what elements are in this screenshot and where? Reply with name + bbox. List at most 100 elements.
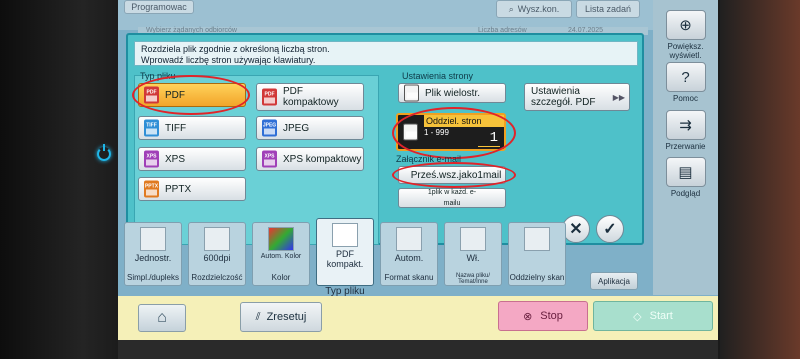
one-file-label: 1plik w każd. e-mailu xyxy=(427,189,477,207)
separate-scan-icon xyxy=(524,227,550,251)
job-list-label: Lista zadań xyxy=(584,4,632,14)
pdf-tab-icon xyxy=(332,223,358,247)
file-type-jpeg-label: JPEG xyxy=(283,122,310,134)
file-type-pdf-label: PDF xyxy=(165,89,185,101)
home-button[interactable]: ⌂ xyxy=(138,304,186,332)
file-type-pdf-compact-label: PDF kompaktowy xyxy=(283,86,339,108)
instruction-line-1: Rozdziela plik zgodnie z określoną liczb… xyxy=(141,44,330,54)
file-type-pdf-button[interactable]: PDF PDF xyxy=(138,83,246,107)
file-type-pdf-compact-button[interactable]: PDF PDF kompaktowy xyxy=(256,83,364,111)
file-type-tiff-label: TIFF xyxy=(165,122,187,134)
resolution-icon xyxy=(204,227,230,251)
tab-scan-size-caption: Format skanu xyxy=(384,273,434,282)
device-bezel-left xyxy=(0,0,118,359)
reset-button[interactable]: ⫽ Zresetuj xyxy=(240,302,322,332)
preview-button[interactable]: ▤ Podgląd xyxy=(653,157,718,198)
page-settings-label: Ustawienia strony xyxy=(402,71,474,81)
pptx-icon: PPTX xyxy=(144,180,159,198)
separate-pages-button[interactable]: Oddziel. stron 1 - 999 1 xyxy=(396,113,506,151)
file-type-pptx-label: PPTX xyxy=(165,183,192,195)
separate-pages-label: Oddziel. stron xyxy=(424,115,504,127)
magnifier-icon: ⊕ xyxy=(665,10,706,40)
power-icon[interactable] xyxy=(97,144,111,161)
home-icon: ⌂ xyxy=(157,309,167,326)
job-list-button[interactable]: Lista zadań xyxy=(576,0,640,18)
chevron-right-icon: ▶▶ xyxy=(612,92,625,102)
separate-pages-icon xyxy=(403,123,418,141)
multi-page-icon xyxy=(404,84,419,102)
multi-page-label: Plik wielostr. xyxy=(425,87,481,99)
start-button[interactable]: ◇ Start xyxy=(593,301,713,331)
separate-pages-value[interactable]: 1 xyxy=(490,130,498,146)
xps-icon: XPS xyxy=(144,150,159,168)
help-icon: ? xyxy=(665,62,706,92)
instruction-line-2: Wprowadź liczbę stron używając klawiatur… xyxy=(141,55,316,65)
xps-compact-icon: XPS xyxy=(262,150,277,168)
value-underline xyxy=(478,146,500,147)
send-all-one-mail-button[interactable]: Prześ.wsz.jako1mail xyxy=(398,166,506,184)
file-type-tiff-button[interactable]: TIFF TIFF xyxy=(138,116,246,140)
stop-icon: ⊗ xyxy=(523,310,533,323)
tab-separate-scan-caption: Oddzielny skan xyxy=(509,273,565,282)
start-label: Start xyxy=(649,310,673,322)
base-header: Programowac ⌕ Wysz.kon. Lista zadań xyxy=(118,0,718,30)
file-type-xps-compact-button[interactable]: XPS XPS kompaktowy xyxy=(256,147,364,171)
help-label: Pomoc xyxy=(673,94,698,103)
one-file-per-mail-button[interactable]: 1plik w każd. e-mailu xyxy=(398,188,506,208)
file-type-pptx-button[interactable]: PPTX PPTX xyxy=(138,177,246,201)
tiff-icon: TIFF xyxy=(144,119,159,137)
screen-frame-bottom xyxy=(118,340,718,359)
tab-resolution-value: 600dpi xyxy=(203,253,231,263)
help-button[interactable]: ? Pomoc xyxy=(653,62,718,103)
file-type-jpeg-button[interactable]: JPEG JPEG xyxy=(256,116,364,140)
preview-icon: ▤ xyxy=(665,157,706,187)
simplex-icon xyxy=(140,227,166,251)
file-type-dialog: Rozdziela plik zgodnie z określoną liczb… xyxy=(126,33,644,245)
tab-file-name-value: Wł. xyxy=(466,253,480,263)
scan-size-icon xyxy=(396,227,422,251)
tab-color-caption: Kolor xyxy=(271,273,291,282)
zoom-display-label: Powiększ. wyświetl. xyxy=(667,42,704,60)
application-button[interactable]: Aplikacja xyxy=(590,272,638,290)
right-sidebar: ⊕ Powiększ. wyświetl. ? Pomoc ⇉ Przerwan… xyxy=(653,0,718,295)
interrupt-icon: ⇉ xyxy=(665,110,706,140)
preview-label: Podgląd xyxy=(670,189,701,198)
file-type-xps-button[interactable]: XPS XPS xyxy=(138,147,246,171)
cancel-button[interactable]: ✕ xyxy=(562,215,590,243)
tab-simplex-caption: Simpl./dupleks xyxy=(126,273,180,282)
programs-label: Programowac xyxy=(131,2,187,12)
tab-file-type[interactable]: PDF kompakt. xyxy=(316,218,374,286)
check-icon: ✓ xyxy=(603,221,617,238)
stop-button[interactable]: ⊗ Stop xyxy=(498,301,588,331)
pdf-detail-settings-button[interactable]: Ustawienia szczegół. PDF ▶▶ xyxy=(524,83,630,111)
action-bar: ⌂ ⫽ Zresetuj ⊗ Stop ◇ Start xyxy=(118,296,718,340)
instruction-message: Rozdziela plik zgodnie z określoną liczb… xyxy=(134,41,638,66)
pdf-compact-icon: PDF xyxy=(262,88,277,106)
send-all-label: Prześ.wsz.jako1mail xyxy=(410,169,502,181)
start-icon: ◇ xyxy=(633,310,642,323)
touch-screen: Programowac ⌕ Wysz.kon. Lista zadań Wybie… xyxy=(118,0,718,340)
color-icon xyxy=(268,227,294,251)
tab-simplex-value: Jednostr. xyxy=(134,253,172,263)
close-icon: ✕ xyxy=(569,221,583,238)
mail-icon xyxy=(460,227,486,251)
pdf-icon: PDF xyxy=(144,86,159,104)
file-type-label: Typ pliku xyxy=(140,71,176,81)
tab-color-value: Autom. Kolor xyxy=(260,253,302,260)
file-type-xps-label: XPS xyxy=(165,153,186,165)
multi-page-file-button[interactable]: Plik wielostr. xyxy=(398,83,506,103)
tab-file-type-value: PDF kompakt. xyxy=(326,249,364,269)
reset-icon: ⫽ xyxy=(255,310,261,323)
zoom-display-button[interactable]: ⊕ Powiększ. wyświetl. xyxy=(653,10,718,60)
search-button[interactable]: ⌕ Wysz.kon. xyxy=(496,0,572,18)
interrupt-button[interactable]: ⇉ Przerwanie xyxy=(653,110,718,151)
separate-pages-range: 1 - 999 xyxy=(424,128,449,137)
programs-button[interactable]: Programowac xyxy=(124,0,194,14)
tab-file-name-caption: Nazwa pliku/ Temat/Inne xyxy=(455,273,490,285)
search-icon: ⌕ xyxy=(508,3,514,14)
tab-scan-size-value: Autom. xyxy=(394,253,424,263)
device-bezel-right xyxy=(720,0,800,359)
ok-button[interactable]: ✓ xyxy=(596,215,624,243)
stop-label: Stop xyxy=(540,310,563,322)
interrupt-label: Przerwanie xyxy=(665,142,706,151)
